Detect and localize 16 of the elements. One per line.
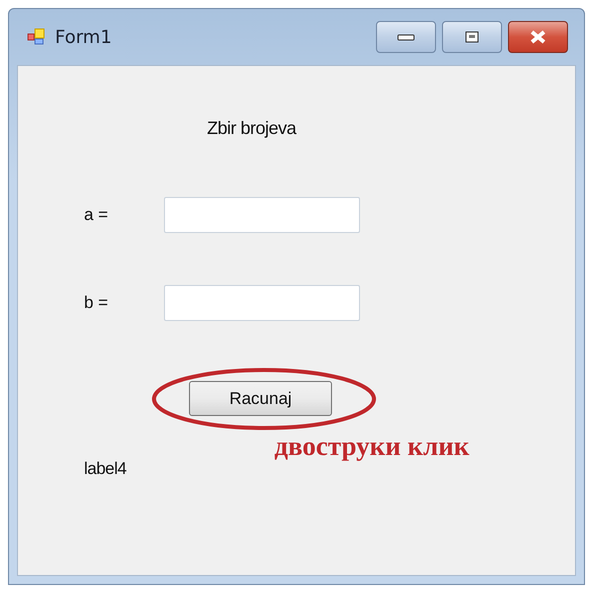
input-field[interactable] [164,285,360,321]
heading-label: Zbir brojeva [207,118,296,138]
field-label: a = [84,205,110,225]
close-button[interactable] [508,21,568,53]
window-title: Form1 [55,26,112,48]
result-label: label4 [84,459,126,479]
form-icon [27,28,47,46]
close-icon [529,30,547,44]
calculate-button[interactable]: Racunaj [189,381,332,416]
maximize-button[interactable] [442,21,502,53]
input-field[interactable] [164,197,360,233]
minimize-icon [397,33,415,41]
field-label: b = [84,293,110,313]
minimize-button[interactable] [376,21,436,53]
annotation-text: двоструки клик [274,431,470,462]
maximize-icon [465,31,479,43]
